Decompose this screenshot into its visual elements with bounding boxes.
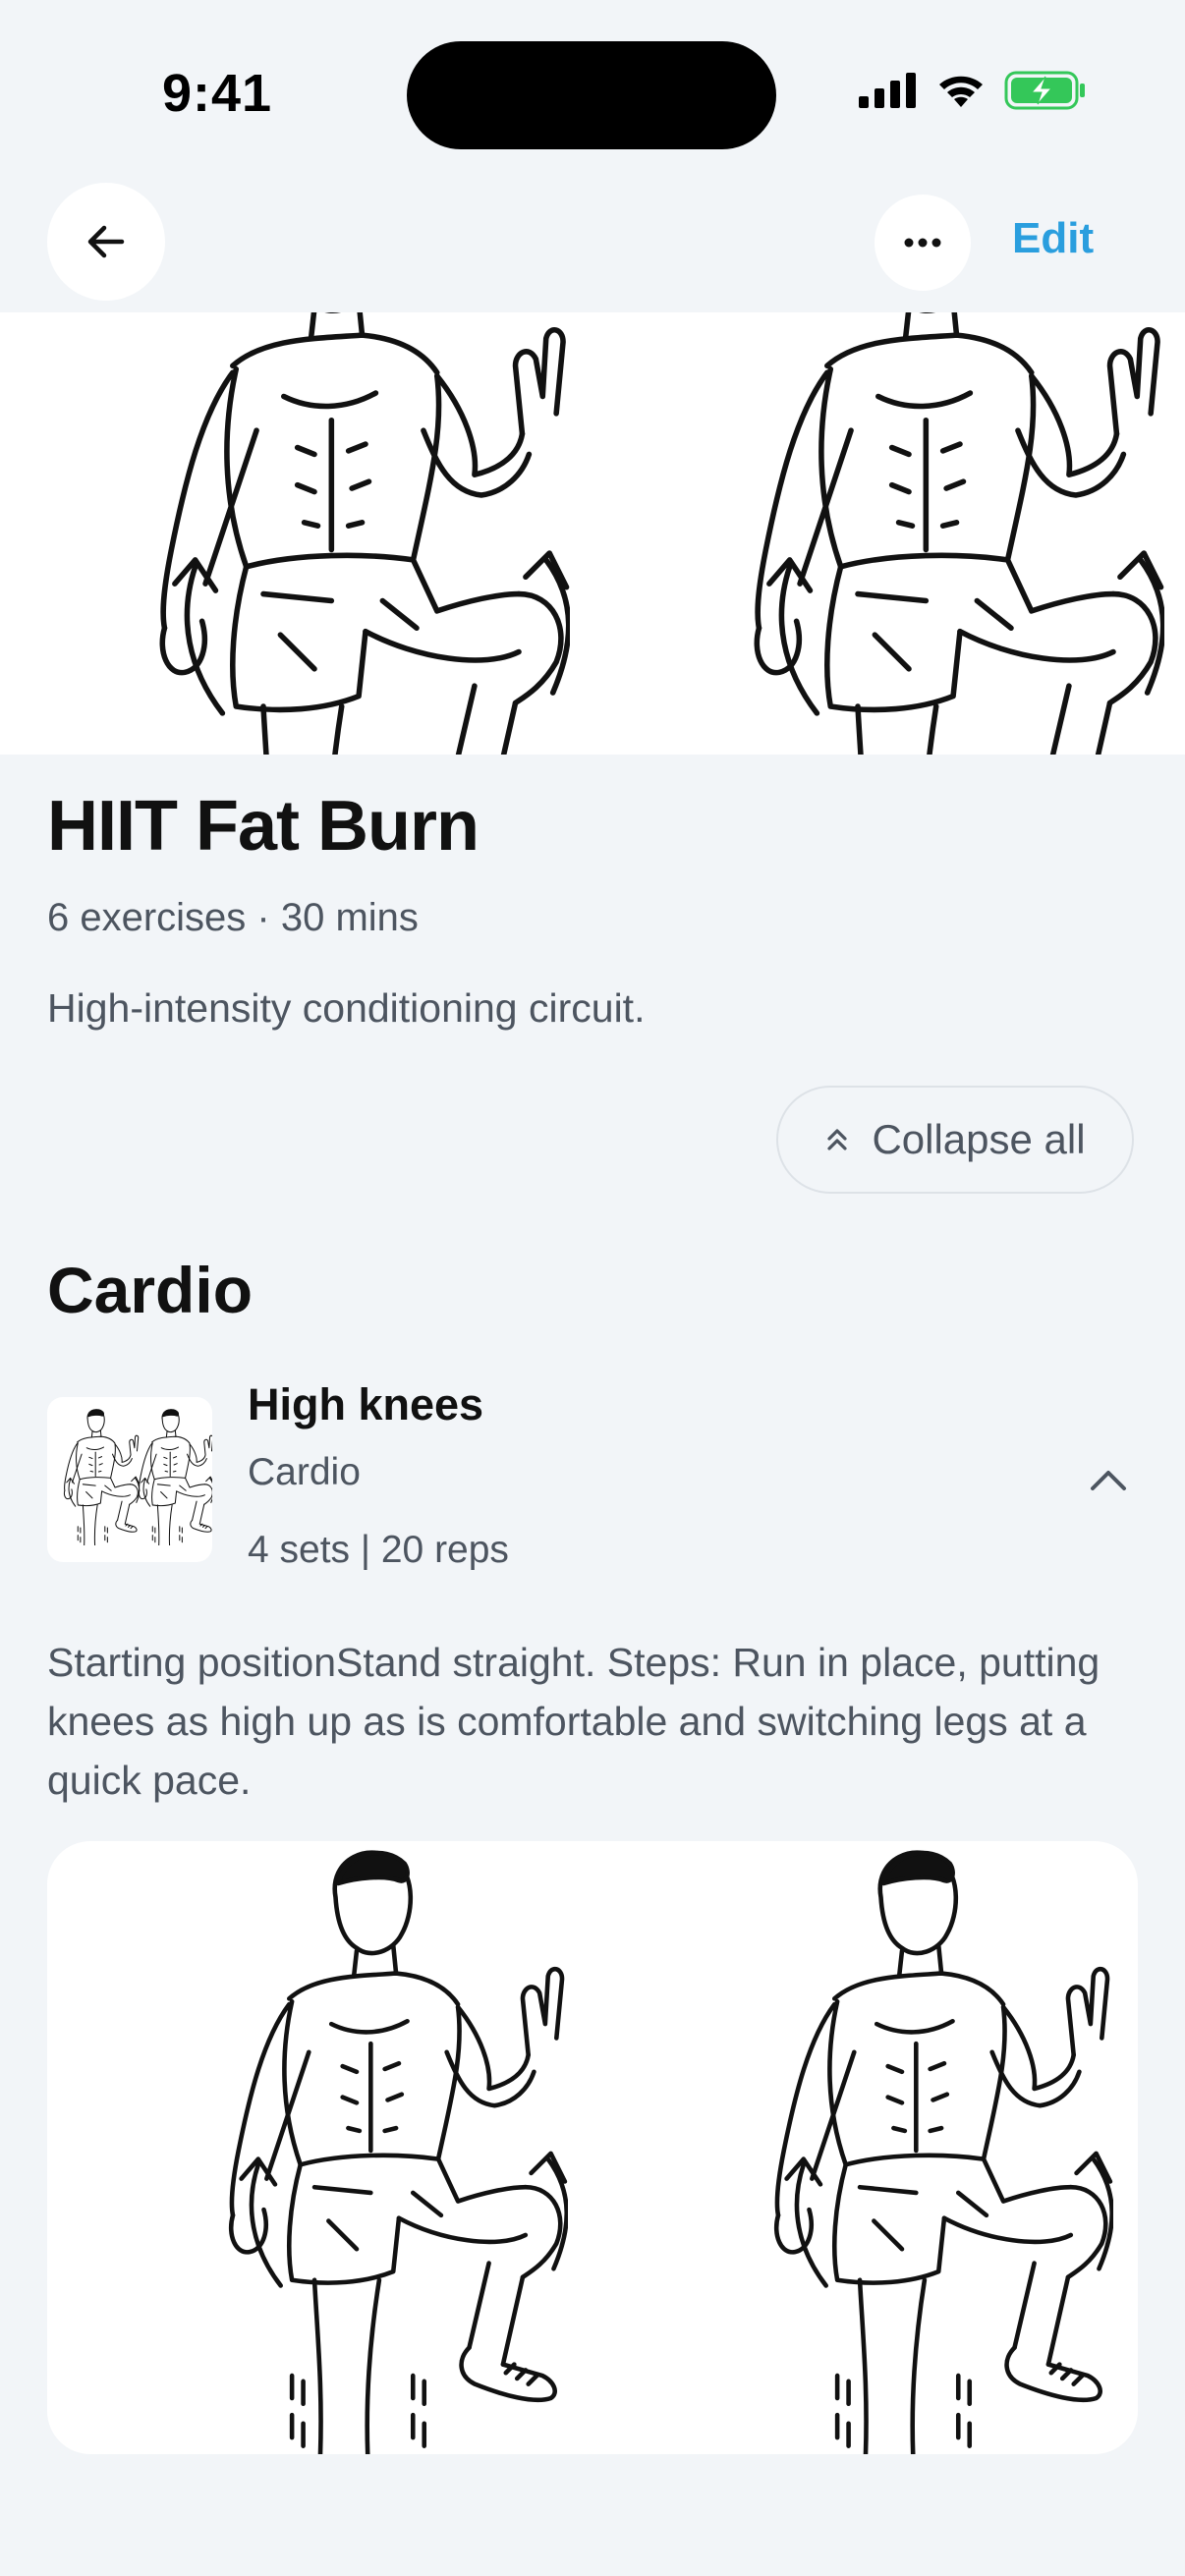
exercise-illustration <box>47 1841 1138 2454</box>
battery-charging-icon <box>1004 71 1087 110</box>
hero-image <box>0 312 1185 755</box>
status-icons <box>859 71 1087 110</box>
chevrons-up-icon <box>824 1126 850 1153</box>
arrow-left-icon <box>83 218 130 265</box>
section-title: Cardio <box>47 1254 254 1326</box>
exercise-thumbnail <box>47 1397 212 1562</box>
cellular-signal-icon <box>859 73 918 108</box>
collapse-all-button[interactable]: Collapse all <box>776 1086 1134 1194</box>
more-horizontal-icon <box>903 237 942 249</box>
exercise-name: High knees <box>248 1379 484 1429</box>
exercise-sets-reps: 4 sets | 20 reps <box>248 1529 509 1571</box>
dynamic-island <box>407 41 776 149</box>
chevron-up-icon <box>1089 1467 1128 1492</box>
workout-meta: 6 exercises · 30 mins <box>47 896 419 939</box>
wifi-icon <box>935 72 987 109</box>
exercise-category: Cardio <box>248 1451 361 1493</box>
collapse-all-label: Collapse all <box>872 1116 1086 1162</box>
hero-illustration <box>0 312 1185 755</box>
exercise-instructions: Starting positionStand straight. Steps: … <box>47 1640 1100 1803</box>
status-bar: 9:41 <box>0 0 1185 187</box>
page-title: HIIT Fat Burn <box>47 787 480 866</box>
more-options-button[interactable] <box>875 195 971 291</box>
expand-toggle-button[interactable] <box>1079 1456 1138 1503</box>
high-knees-illustration <box>47 1841 1138 2454</box>
edit-button[interactable]: Edit <box>1012 214 1094 263</box>
back-button[interactable] <box>47 183 165 301</box>
status-time: 9:41 <box>162 64 273 123</box>
workout-description: High-intensity conditioning circuit. <box>47 985 646 1031</box>
